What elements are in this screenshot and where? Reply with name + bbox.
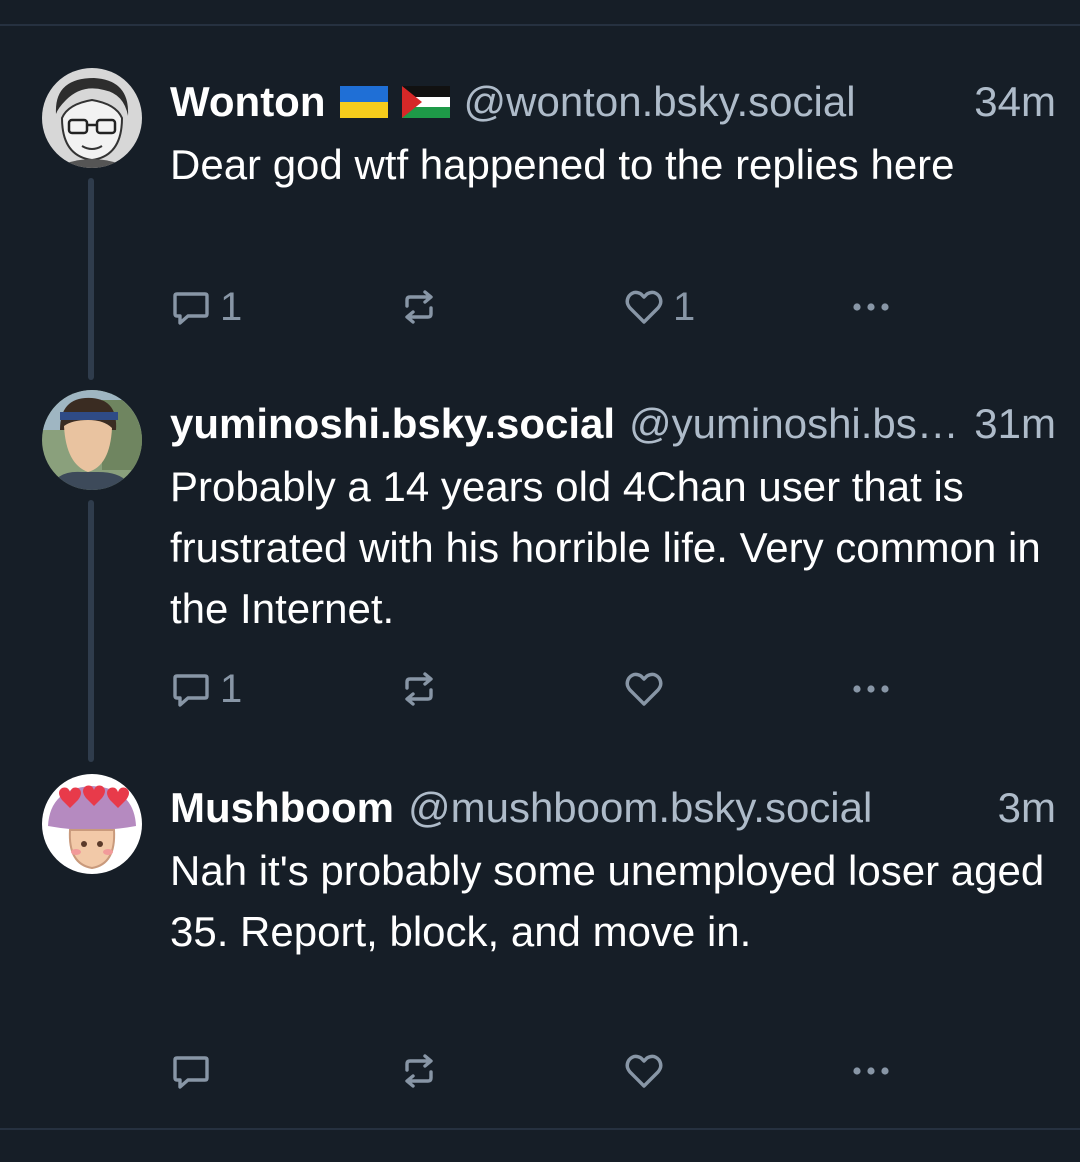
display-name[interactable]: Wonton (170, 78, 326, 126)
post-mushboom[interactable]: Mushboom @mushboom.bsky.social 3m Nah it… (0, 774, 1080, 1114)
user-handle[interactable]: @wonton.bsky.social (464, 78, 963, 126)
post-time[interactable]: 31m (974, 400, 1056, 448)
repost-button[interactable] (398, 1048, 448, 1094)
reply-button[interactable]: 1 (170, 666, 242, 712)
repost-button[interactable] (398, 284, 448, 330)
top-divider (0, 24, 1080, 26)
like-button[interactable] (623, 1048, 673, 1094)
avatar[interactable] (42, 390, 142, 490)
reply-count: 1 (220, 284, 243, 329)
post-time[interactable]: 34m (974, 78, 1056, 126)
post-text: Nah it's probably some unemployed loser … (170, 847, 1045, 955)
post-header: yuminoshi.bsky.social @yuminoshi.bsky.so… (170, 400, 1056, 448)
repost-icon (398, 286, 440, 328)
heart-icon (623, 286, 665, 328)
heart-icon (623, 1050, 665, 1092)
like-count: 1 (673, 284, 696, 329)
post-yuminoshi[interactable]: yuminoshi.bsky.social @yuminoshi.bsky.so… (0, 390, 1080, 762)
post-text: Dear god wtf happened to the replies her… (170, 141, 955, 188)
bottom-divider (0, 1128, 1080, 1130)
post-wonton[interactable]: Wonton @wonton.bsky.social 34m Dear god … (0, 68, 1080, 380)
post-actions: 1 1 (170, 284, 930, 330)
reply-button[interactable]: 1 (170, 284, 242, 330)
thread-line (88, 178, 94, 380)
more-options-icon (848, 668, 894, 710)
repost-button[interactable] (398, 666, 448, 712)
reply-button[interactable] (170, 1048, 220, 1094)
reply-icon (170, 668, 212, 710)
more-options-button[interactable] (848, 666, 894, 712)
more-options-button[interactable] (848, 1048, 894, 1094)
post-header: Wonton @wonton.bsky.social 34m (170, 78, 1056, 126)
reply-count: 1 (220, 666, 243, 711)
ukraine-flag-icon (339, 86, 388, 118)
post-header: Mushboom @mushboom.bsky.social 3m (170, 784, 1056, 832)
post-actions (170, 1048, 930, 1094)
post-text: Probably a 14 years old 4Chan user that … (170, 463, 1041, 632)
thread-line (88, 500, 94, 762)
more-options-button[interactable] (848, 284, 894, 330)
reply-icon (170, 1050, 212, 1092)
user-handle[interactable]: @yuminoshi.bsky.social (629, 400, 962, 448)
like-button[interactable] (623, 666, 673, 712)
user-handle[interactable]: @mushboom.bsky.social (408, 784, 986, 832)
repost-icon (398, 1050, 440, 1092)
like-button[interactable]: 1 (623, 284, 695, 330)
post-time[interactable]: 3m (998, 784, 1056, 832)
post-actions: 1 (170, 666, 930, 712)
display-name[interactable]: yuminoshi.bsky.social (170, 400, 615, 448)
more-options-icon (848, 286, 894, 328)
display-name[interactable]: Mushboom (170, 784, 394, 832)
reply-icon (170, 286, 212, 328)
avatar[interactable] (42, 68, 142, 168)
avatar[interactable] (42, 774, 142, 874)
heart-icon (623, 668, 665, 710)
repost-icon (398, 668, 440, 710)
more-options-icon (848, 1050, 894, 1092)
palestine-flag-icon (401, 86, 450, 118)
